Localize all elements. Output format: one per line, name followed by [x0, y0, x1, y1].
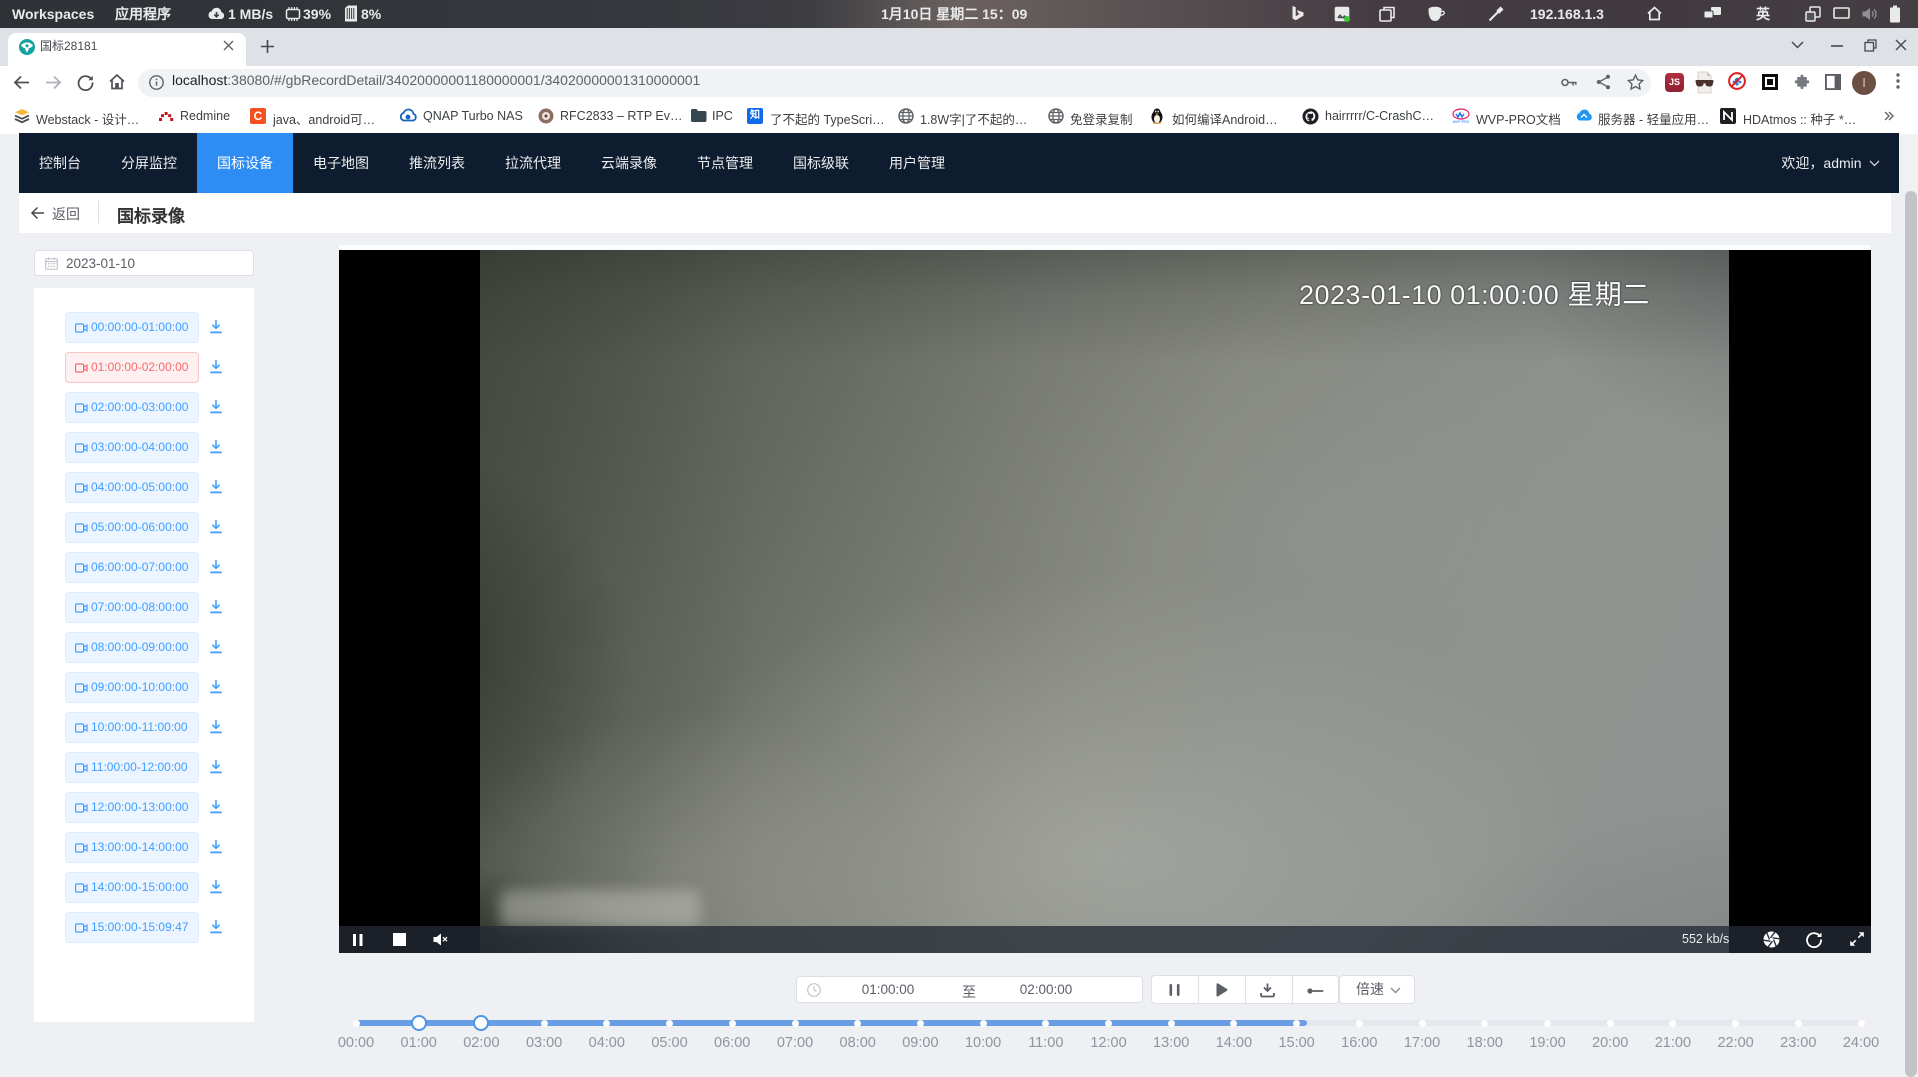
svg-text:WVP·PRO: WVP·PRO — [1453, 120, 1470, 124]
